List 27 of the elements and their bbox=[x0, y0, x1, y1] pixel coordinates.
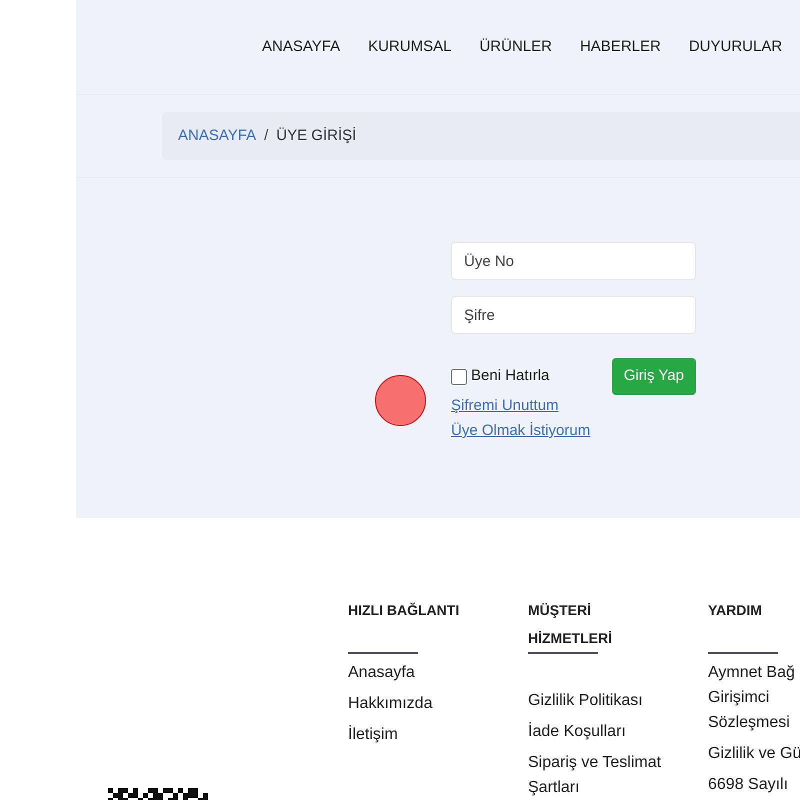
qr-code-icon bbox=[108, 788, 208, 800]
nav-link[interactable]: KURUMSAL bbox=[368, 36, 452, 58]
footer-link[interactable]: İletişim bbox=[348, 722, 528, 747]
footer-link[interactable]: 6698 Sayılı bbox=[708, 772, 800, 797]
footer-link[interactable]: Hakkımızda bbox=[348, 691, 528, 716]
footer-link[interactable]: İade Koşulları bbox=[528, 719, 708, 744]
breadcrumb-separator: / bbox=[264, 126, 268, 146]
member-number-field[interactable]: Üye No bbox=[451, 242, 696, 280]
footer-heading: YARDIM bbox=[708, 601, 763, 620]
footer-link[interactable]: Gizlilik Politikası bbox=[528, 688, 708, 713]
nav-link[interactable]: HABERLER bbox=[580, 36, 661, 58]
footer-link[interactable]: Gizlilik ve Gü bbox=[708, 741, 800, 766]
remember-checkbox[interactable] bbox=[451, 368, 467, 384]
nav-link[interactable]: DUYURULAR bbox=[688, 36, 782, 58]
breadcrumb-link[interactable]: ANASAYFA bbox=[178, 124, 256, 148]
remember-label: Beni Hatırla bbox=[471, 366, 550, 386]
nav-link[interactable]: ÜRÜNLER bbox=[479, 36, 552, 58]
footer-link[interactable]: Anasayfa bbox=[348, 660, 528, 685]
account-link[interactable]: Üye Olmak İstiyorum bbox=[451, 418, 590, 443]
password-field[interactable]: Şifre bbox=[451, 296, 696, 334]
footer-heading: MÜŞTERİ HİZMETLERİ bbox=[528, 601, 613, 648]
account-link[interactable]: Şifremi Unuttum bbox=[451, 393, 559, 418]
footer-heading: HIZLI BAĞLANTI bbox=[348, 601, 460, 620]
footer-link[interactable]: Sipariş ve Teslimat Şartları bbox=[528, 750, 708, 800]
footer-link[interactable]: Aymnet Bağ Girişimci Sözleşmesi bbox=[708, 660, 800, 735]
breadcrumb-current: ÜYE GİRİŞİ bbox=[276, 126, 356, 146]
nav-link[interactable]: ANASAYFA bbox=[262, 36, 340, 58]
